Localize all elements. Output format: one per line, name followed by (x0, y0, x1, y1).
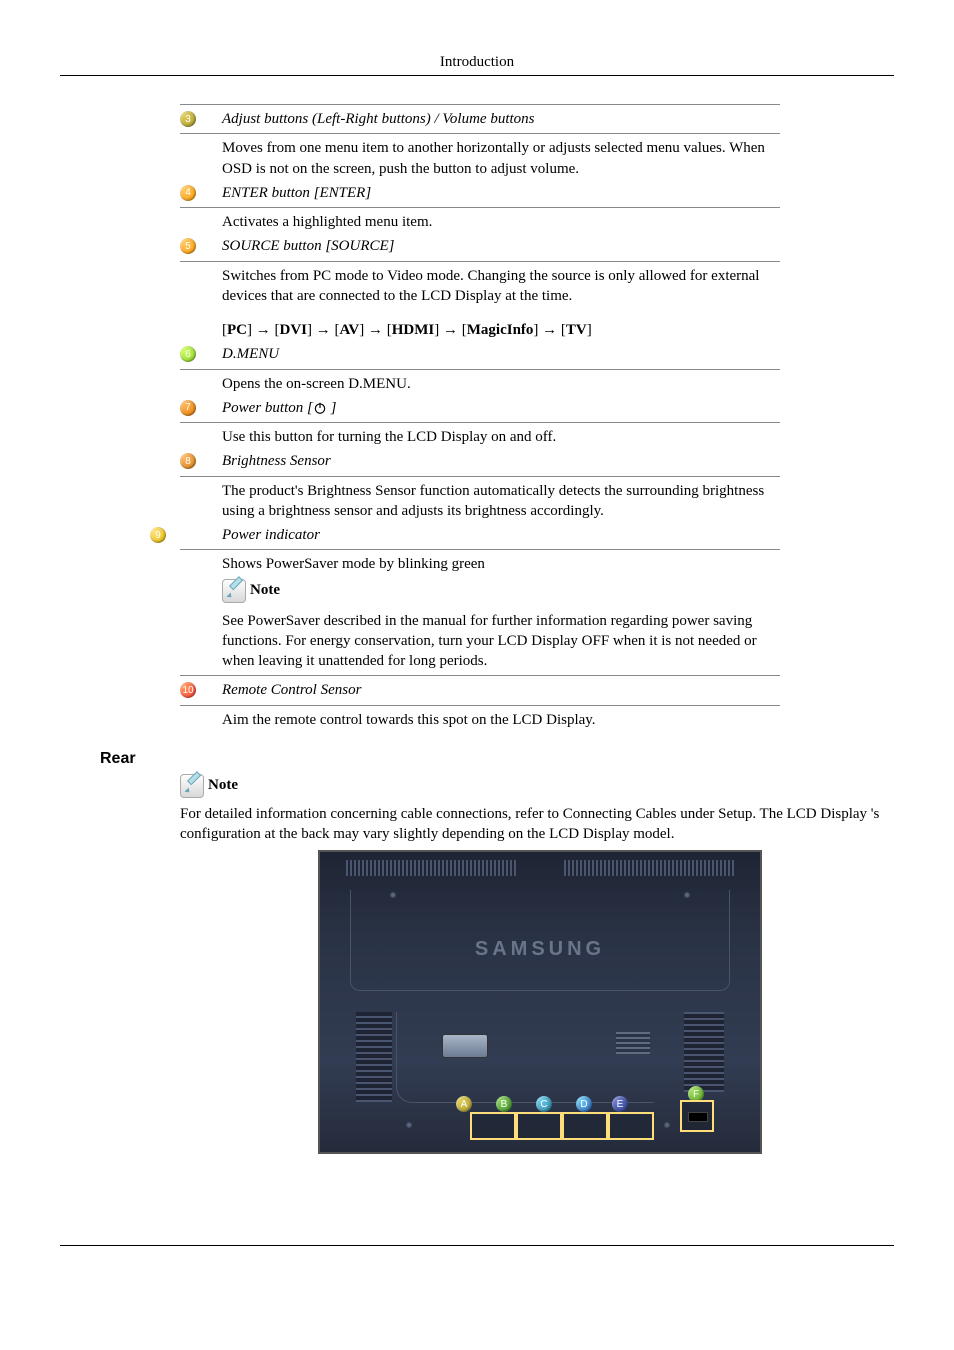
section-title-rear: Rear (100, 750, 894, 768)
page-header: Introduction (60, 54, 894, 71)
item-title: SOURCE button [SOURCE] (222, 236, 780, 256)
item-body: Shows PowerSaver mode by blinking green (222, 554, 780, 574)
number-badge-10: 10 (180, 682, 196, 698)
note-label: Note (208, 777, 238, 794)
header-rule (60, 75, 894, 76)
item-body: Use this button for turning the LCD Disp… (222, 427, 780, 447)
rear-panel-image: SAMSUNG A B (318, 850, 762, 1154)
list-item: 10 Remote Control Sensor (180, 678, 780, 702)
item-body: Moves from one menu item to another hori… (222, 138, 780, 179)
item-title: ENTER button [ENTER] (222, 183, 780, 203)
source-flow: [PC] → [DVI] → [AV] → [HDMI] → [MagicInf… (222, 310, 780, 340)
item-title: Remote Control Sensor (222, 680, 780, 700)
item-body: Switches from PC mode to Video mode. Cha… (222, 266, 780, 307)
port-box-c (562, 1112, 608, 1140)
item-body: Opens the on-screen D.MENU. (222, 374, 780, 394)
list-item: 8 Brightness Sensor (180, 449, 780, 473)
item-title: Power button [ ] (222, 398, 780, 418)
vga-port-icon (442, 1034, 488, 1058)
port-box-a (470, 1112, 516, 1140)
number-badge-7: 7 (180, 400, 196, 416)
port-box-b (516, 1112, 562, 1140)
item-title: Adjust buttons (Left-Right buttons) / Vo… (222, 109, 780, 129)
number-badge-5: 5 (180, 238, 196, 254)
main-content: 3 Adjust buttons (Left-Right buttons) / … (180, 104, 780, 732)
list-item: 6 D.MENU (180, 342, 780, 366)
list-item: 9 Power indicator (180, 523, 780, 547)
number-badge-9: 9 (150, 527, 166, 543)
rear-note-body: For detailed information concerning cabl… (180, 804, 900, 845)
list-item: 3 Adjust buttons (Left-Right buttons) / … (180, 107, 780, 131)
number-badge-6: 6 (180, 346, 196, 362)
item-body: Aim the remote control towards this spot… (222, 710, 780, 730)
note-icon (180, 774, 204, 798)
port-box-d (608, 1112, 654, 1140)
note-body: See PowerSaver described in the manual f… (222, 611, 780, 672)
item-title: Brightness Sensor (222, 451, 780, 471)
list-item: 5 SOURCE button [SOURCE] (180, 234, 780, 258)
power-icon (313, 401, 327, 415)
port-box-f (680, 1100, 714, 1132)
item-body: Activates a highlighted menu item. (222, 212, 780, 232)
number-badge-4: 4 (180, 185, 196, 201)
number-badge-3: 3 (180, 111, 196, 127)
item-title: Power indicator (222, 525, 780, 545)
item-title: D.MENU (222, 344, 780, 364)
footer-rule (60, 1245, 894, 1246)
list-item: 7 Power button [ ] (180, 396, 780, 420)
number-badge-8: 8 (180, 453, 196, 469)
list-item: 4 ENTER button [ENTER] (180, 181, 780, 205)
note-icon (222, 579, 246, 603)
brand-logo: SAMSUNG (320, 938, 760, 961)
item-body: The product's Brightness Sensor function… (222, 481, 780, 522)
note-label: Note (250, 580, 280, 600)
